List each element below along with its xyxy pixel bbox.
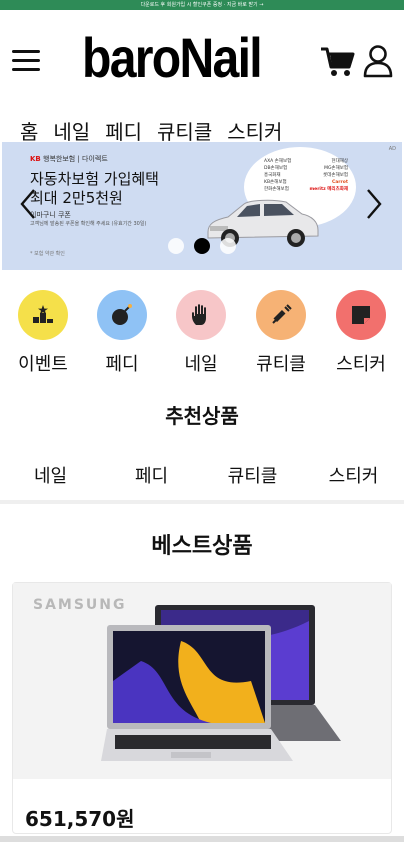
category-pedi[interactable]: 페디 bbox=[79, 290, 159, 380]
sticky-note-icon bbox=[336, 290, 386, 340]
site-logo[interactable]: baroNail bbox=[82, 22, 263, 94]
bottom-bar bbox=[0, 836, 404, 842]
category-event[interactable]: 이벤트 bbox=[0, 290, 80, 380]
category-cuticle[interactable]: 큐티클 bbox=[238, 290, 318, 380]
ad-mark: AD bbox=[388, 146, 396, 152]
banner-dot-1[interactable] bbox=[168, 238, 184, 254]
shopping-cart-icon[interactable] bbox=[320, 46, 356, 78]
banner-dot-3[interactable] bbox=[220, 238, 236, 254]
product-image: SAMSUNG bbox=[13, 583, 391, 779]
tab-nail[interactable]: 네일 bbox=[45, 106, 97, 146]
tab-pedi[interactable]: 페디 bbox=[97, 106, 149, 146]
rec-tab-cuticle[interactable]: 큐티클 bbox=[202, 454, 303, 498]
banner-pagination bbox=[168, 238, 236, 254]
banner-headline-1: 자동차보험 가입혜택 bbox=[30, 170, 159, 188]
recommended-title: 추천상품 bbox=[165, 404, 239, 428]
rec-tab-nail[interactable]: 네일 bbox=[0, 454, 101, 498]
tab-home[interactable]: 홈 bbox=[12, 106, 46, 146]
banner-prev-arrow-icon[interactable] bbox=[18, 188, 38, 220]
user-profile-icon[interactable] bbox=[362, 44, 394, 78]
tab-sticker[interactable]: 스티커 bbox=[219, 106, 289, 146]
category-shortcuts: 이벤트 페디 네일 큐티클 스티커 bbox=[0, 290, 404, 380]
recommended-tabs: 네일 페디 큐티클 스티커 bbox=[0, 454, 404, 498]
section-divider bbox=[0, 500, 404, 504]
category-nail[interactable]: 네일 bbox=[158, 290, 238, 380]
banner-note: * 보험 약관 확인 bbox=[30, 251, 65, 257]
promo-banner[interactable]: KB 행복한보험 | 다이렉트 자동차보험 가입혜택 최대 2만5천원 이마구니… bbox=[2, 142, 402, 270]
banner-brand-line: KB 행복한보험 | 다이렉트 bbox=[30, 155, 108, 163]
banner-dot-2[interactable] bbox=[194, 238, 210, 254]
banner-headline-2: 최대 2만5천원 bbox=[30, 189, 123, 207]
top-promo-bar[interactable]: 다운로드 후 회원가입 시 할인쿠폰 증정 · 지금 바로 받기 → bbox=[0, 0, 404, 10]
best-title: 베스트상품 bbox=[151, 534, 253, 559]
header: baroNail 홈 네일 페디 큐티클 스티커 bbox=[0, 10, 404, 146]
syringe-icon bbox=[256, 290, 306, 340]
hamburger-menu-icon[interactable] bbox=[12, 48, 40, 72]
banner-next-arrow-icon[interactable] bbox=[364, 188, 384, 220]
rec-tab-sticker[interactable]: 스티커 bbox=[303, 454, 404, 498]
bomb-icon bbox=[97, 290, 147, 340]
rec-tab-pedi[interactable]: 페디 bbox=[101, 454, 202, 498]
hand-icon bbox=[176, 290, 226, 340]
tab-cuticle[interactable]: 큐티클 bbox=[149, 106, 219, 146]
category-sticker[interactable]: 스티커 bbox=[318, 290, 398, 380]
product-card[interactable]: SAMSUNG 651,570원 bbox=[12, 582, 392, 834]
laptop-image bbox=[101, 605, 341, 761]
event-podium-icon bbox=[18, 290, 68, 340]
product-price: 651,570원 bbox=[25, 807, 135, 831]
banner-fineprint: 고객님께 발송된 쿠폰을 확인해 주세요 (유효기간 30일) bbox=[30, 221, 147, 227]
